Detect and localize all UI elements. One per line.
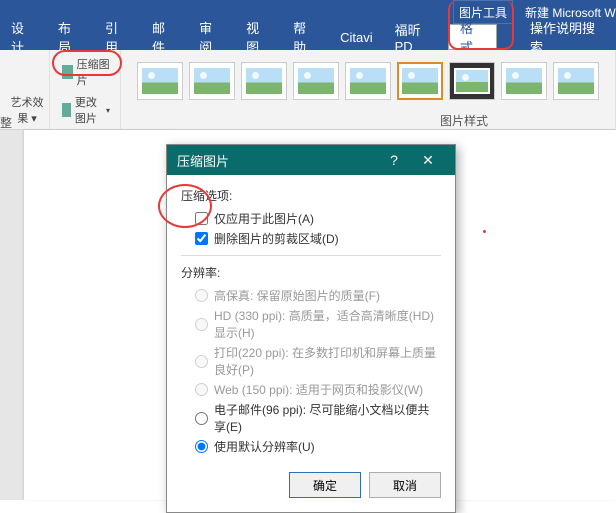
- picture-style-thumb[interactable]: [449, 62, 495, 100]
- apply-only-label: 仅应用于此图片(A): [214, 210, 314, 227]
- res-web-label: Web (150 ppi): 适用于网页和投影仪(W): [214, 381, 423, 398]
- tab-foxit[interactable]: 福昕PD: [384, 24, 448, 50]
- resolution-label: 分辨率:: [181, 264, 441, 281]
- res-hifi-row: 高保真: 保留原始图片的质量(F): [195, 287, 441, 304]
- annotation-dot: [483, 230, 486, 233]
- tab-mailings[interactable]: 邮件: [141, 24, 188, 50]
- delete-crop-label: 删除图片的剪裁区域(D): [214, 230, 339, 247]
- artistic-effects-button[interactable]: 艺术效果 ▾: [6, 94, 48, 126]
- res-hd-radio: [195, 318, 208, 331]
- res-email-row[interactable]: 电子邮件(96 ppi): 尽可能缩小文档以便共享(E): [195, 401, 441, 435]
- picture-style-thumb[interactable]: [553, 62, 599, 100]
- dialog-close-button[interactable]: ✕: [411, 152, 445, 169]
- tab-design[interactable]: 设计: [0, 24, 47, 50]
- compress-pictures-button[interactable]: 压缩图片: [58, 54, 114, 90]
- apply-only-row[interactable]: 仅应用于此图片(A): [195, 210, 441, 227]
- picture-style-thumb[interactable]: [189, 62, 235, 100]
- picture-style-thumb[interactable]: [345, 62, 391, 100]
- chevron-down-icon: ▾: [106, 106, 110, 115]
- tab-layout[interactable]: 布局: [47, 24, 94, 50]
- tab-tell-me[interactable]: 操作说明搜索: [519, 24, 616, 50]
- tab-view[interactable]: 视图: [235, 24, 282, 50]
- delete-crop-row[interactable]: 删除图片的剪裁区域(D): [195, 230, 441, 247]
- res-web-radio: [195, 383, 208, 396]
- change-picture-label: 更改图片: [75, 94, 103, 126]
- res-hifi-radio: [195, 289, 208, 302]
- picture-style-thumb[interactable]: [137, 62, 183, 100]
- tab-help[interactable]: 帮助: [282, 24, 329, 50]
- apply-only-checkbox[interactable]: [195, 212, 208, 225]
- picture-style-thumb[interactable]: [293, 62, 339, 100]
- res-print-label: 打印(220 ppi): 在多数打印机和屏幕上质量良好(P): [214, 344, 441, 378]
- picture-style-thumb[interactable]: [241, 62, 287, 100]
- compress-icon: [62, 65, 73, 79]
- dialog-title: 压缩图片: [177, 151, 229, 170]
- res-web-row: Web (150 ppi): 适用于网页和投影仪(W): [195, 381, 441, 398]
- picture-style-thumb[interactable]: [501, 62, 547, 100]
- delete-crop-checkbox[interactable]: [195, 232, 208, 245]
- dialog-titlebar[interactable]: 压缩图片 ? ✕: [167, 145, 455, 175]
- change-picture-button[interactable]: 更改图片 ▾: [58, 92, 114, 128]
- ribbon-tabs: 设计 布局 引用 邮件 审阅 视图 帮助 Citavi 福昕PD 格式 操作说明…: [0, 24, 616, 50]
- chevron-down-icon: ▾: [31, 113, 37, 125]
- adjust-group-label: 整: [0, 114, 12, 131]
- picture-styles-group-label: 图片样式: [440, 112, 488, 129]
- tab-format[interactable]: 格式: [448, 24, 497, 50]
- tab-citavi[interactable]: Citavi: [329, 24, 384, 50]
- picture-style-thumb[interactable]: [397, 62, 443, 100]
- picture-styles-gallery: [127, 54, 609, 108]
- res-hd-row: HD (330 ppi): 高质量，适合高清晰度(HD)显示(H): [195, 307, 441, 341]
- tab-review[interactable]: 审阅: [188, 24, 235, 50]
- res-print-radio: [195, 355, 208, 368]
- res-hd-label: HD (330 ppi): 高质量，适合高清晰度(HD)显示(H): [214, 307, 441, 341]
- tab-references[interactable]: 引用: [94, 24, 141, 50]
- res-hifi-label: 高保真: 保留原始图片的质量(F): [214, 287, 380, 304]
- res-default-label: 使用默认分辨率(U): [214, 438, 315, 455]
- res-default-row[interactable]: 使用默认分辨率(U): [195, 438, 441, 455]
- compress-pictures-dialog: 压缩图片 ? ✕ 压缩选项: 仅应用于此图片(A) 删除图片的剪裁区域(D) 分…: [166, 144, 456, 513]
- res-email-label: 电子邮件(96 ppi): 尽可能缩小文档以便共享(E): [214, 401, 441, 435]
- cancel-button[interactable]: 取消: [369, 472, 441, 498]
- compress-pictures-label: 压缩图片: [77, 56, 110, 88]
- ribbon: 艺术效果 ▾ 压缩图片 更改图片 ▾ 重置图片 ▾: [0, 50, 616, 130]
- change-picture-icon: [62, 103, 71, 117]
- compress-options-label: 压缩选项:: [181, 187, 441, 204]
- res-print-row: 打印(220 ppi): 在多数打印机和屏幕上质量良好(P): [195, 344, 441, 378]
- dialog-help-button[interactable]: ?: [377, 152, 411, 168]
- res-default-radio[interactable]: [195, 440, 208, 453]
- res-email-radio[interactable]: [195, 412, 208, 425]
- artistic-effects-label: 艺术效果: [11, 97, 44, 125]
- ok-button[interactable]: 确定: [289, 472, 361, 498]
